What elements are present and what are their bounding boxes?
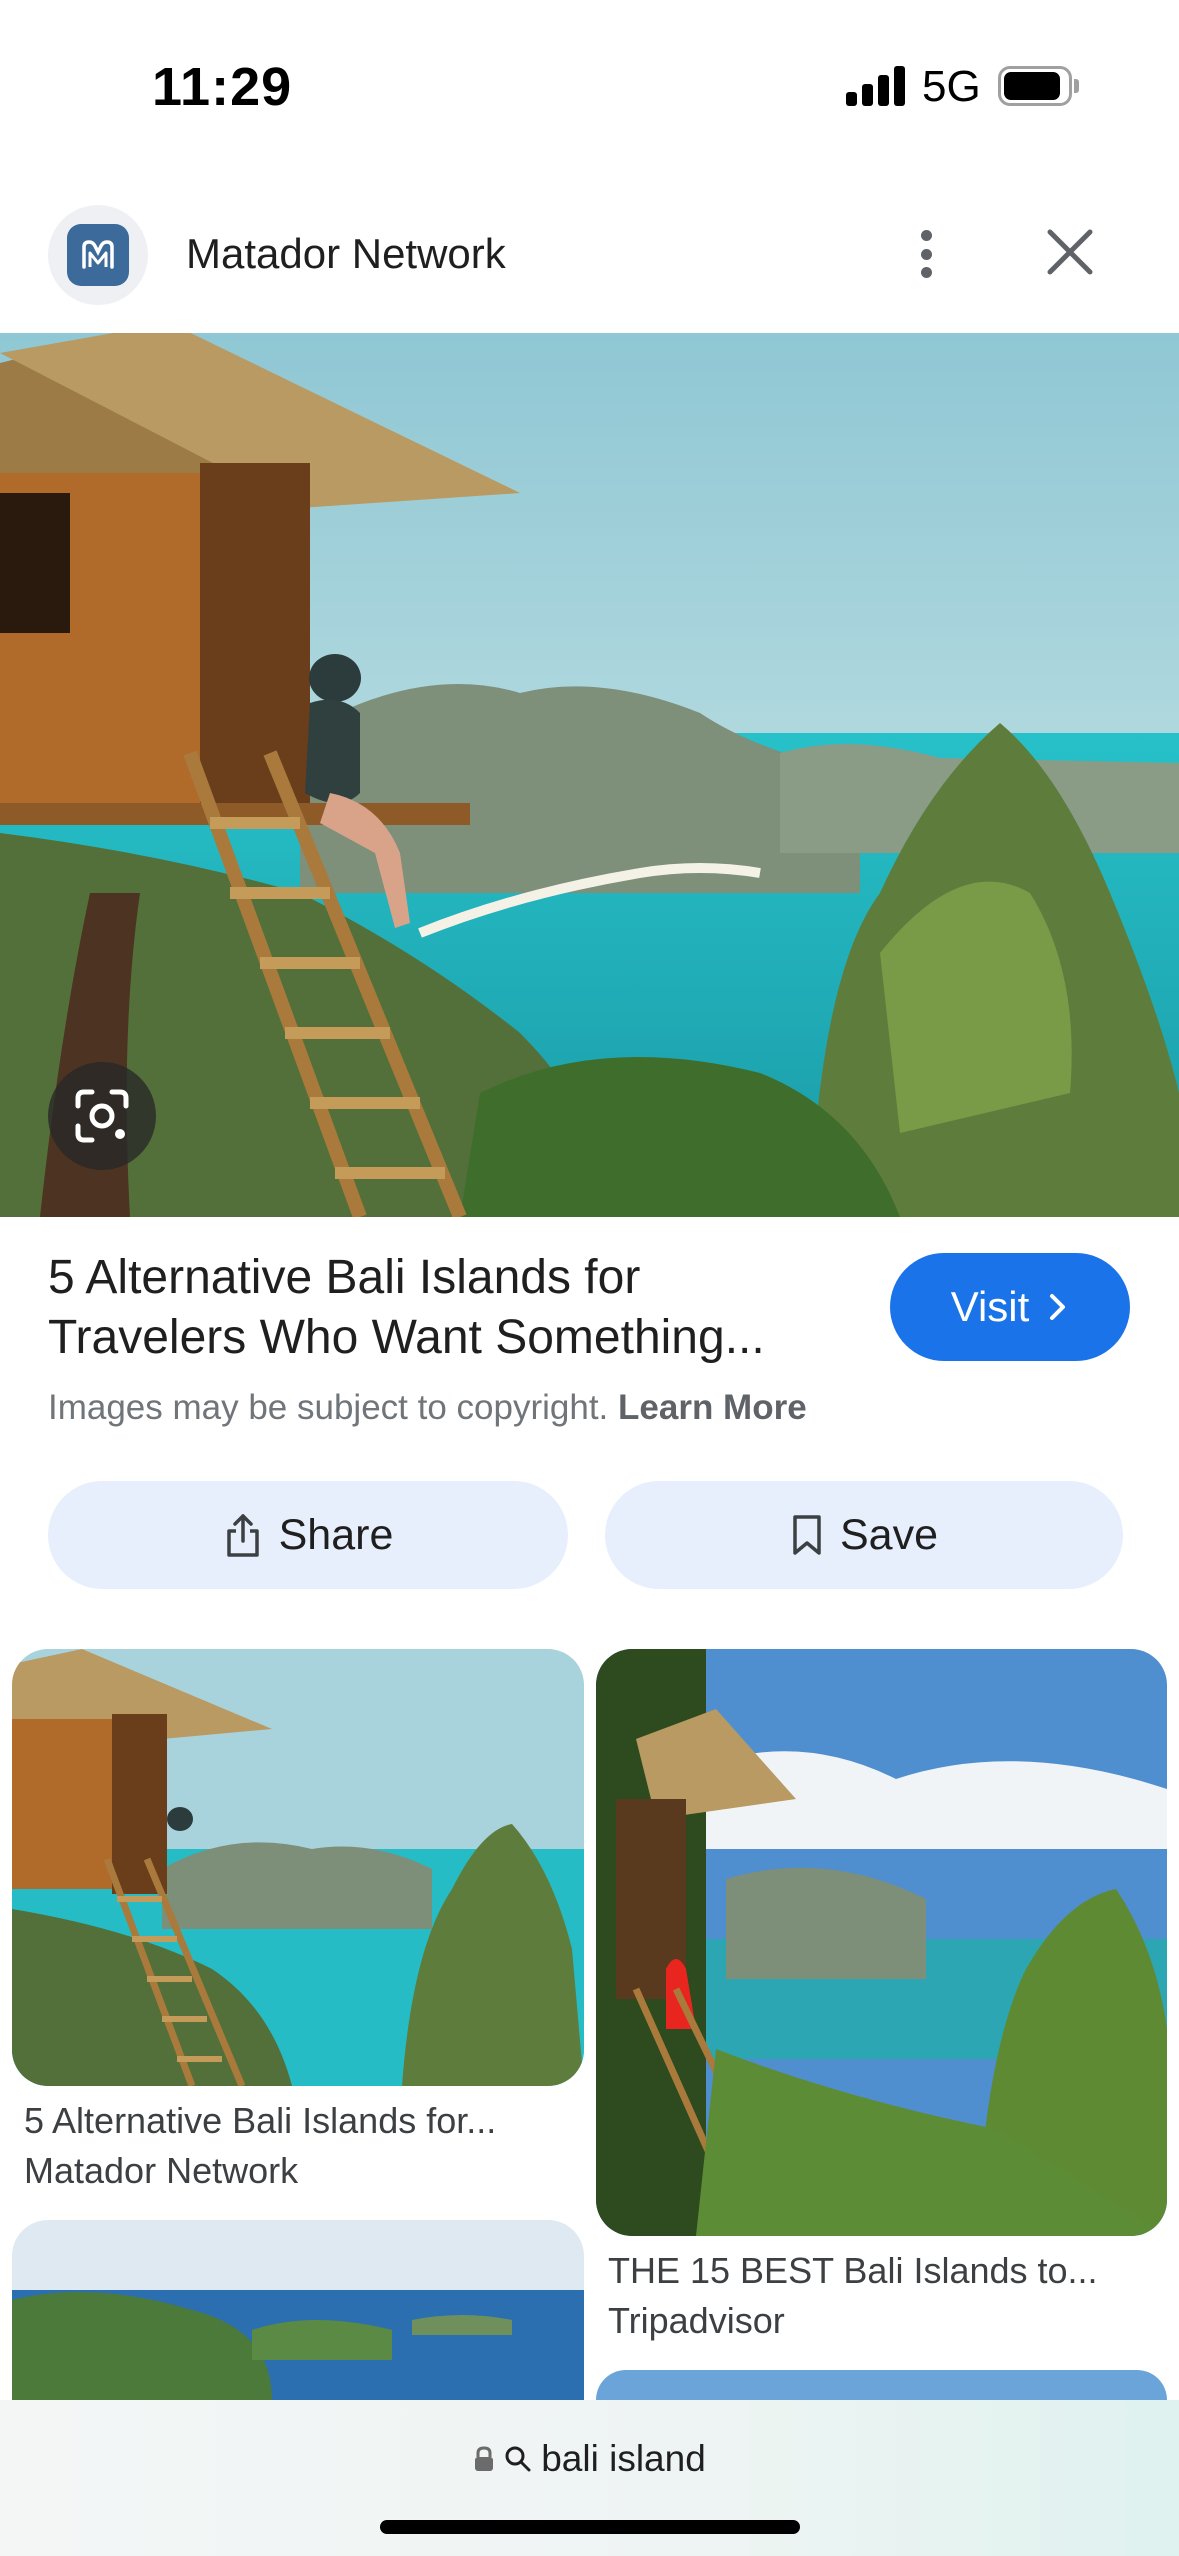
signal-strength-icon (846, 66, 906, 106)
status-time: 11:29 (152, 57, 293, 117)
copyright-note: Images may be subject to copyright. Lear… (48, 1388, 1048, 1428)
bookmark-icon (793, 1515, 821, 1555)
related-title-2[interactable]: THE 15 BEST Bali Islands to... (608, 2250, 1098, 2292)
hero-image[interactable] (0, 333, 1179, 1217)
address-query: bali island (541, 2438, 706, 2479)
share-label: Share (278, 1510, 394, 1559)
chevron-right-icon (1050, 1294, 1066, 1320)
address-field[interactable]: bali island (0, 2438, 1179, 2480)
header: Matador Network (0, 200, 1179, 332)
related-image-3[interactable] (12, 2220, 584, 2400)
site-name[interactable]: Matador Network (186, 230, 506, 278)
visit-label: Visit (950, 1283, 1030, 1330)
learn-more-link[interactable]: Learn More (618, 1388, 807, 1427)
result-title-line-2: Travelers Who Want Something... (48, 1311, 765, 1364)
related-image-4[interactable] (596, 2370, 1167, 2400)
network-type: 5G (922, 62, 981, 111)
search-icon (505, 2446, 531, 2472)
lens-search-icon[interactable] (48, 1062, 156, 1170)
matador-logo-icon[interactable] (48, 205, 148, 305)
share-button[interactable]: Share (48, 1481, 568, 1589)
visit-button[interactable]: Visit (890, 1253, 1130, 1361)
home-indicator[interactable] (380, 2520, 800, 2534)
status-bar: 11:29 5G (0, 0, 1179, 175)
related-image-2[interactable] (596, 1649, 1167, 2236)
save-label: Save (839, 1510, 938, 1559)
related-image-1[interactable] (12, 1649, 584, 2086)
lock-icon (475, 2446, 494, 2471)
related-source-1: Matador Network (24, 2150, 299, 2191)
share-icon (226, 1514, 259, 1557)
result-title-line-1: 5 Alternative Bali Islands for (48, 1251, 641, 1304)
address-bar[interactable]: bali island (0, 2400, 1179, 2556)
more-vert-icon[interactable] (900, 224, 952, 284)
close-icon[interactable] (1044, 226, 1096, 278)
related-title-1[interactable]: 5 Alternative Bali Islands for... (24, 2100, 496, 2142)
copyright-text: Images may be subject to copyright. (48, 1388, 609, 1427)
save-button[interactable]: Save (605, 1481, 1123, 1589)
battery-icon (998, 66, 1079, 106)
related-source-2: Tripadvisor (608, 2300, 785, 2341)
result-title[interactable]: 5 Alternative Bali Islands for Travelers… (48, 1248, 828, 1368)
